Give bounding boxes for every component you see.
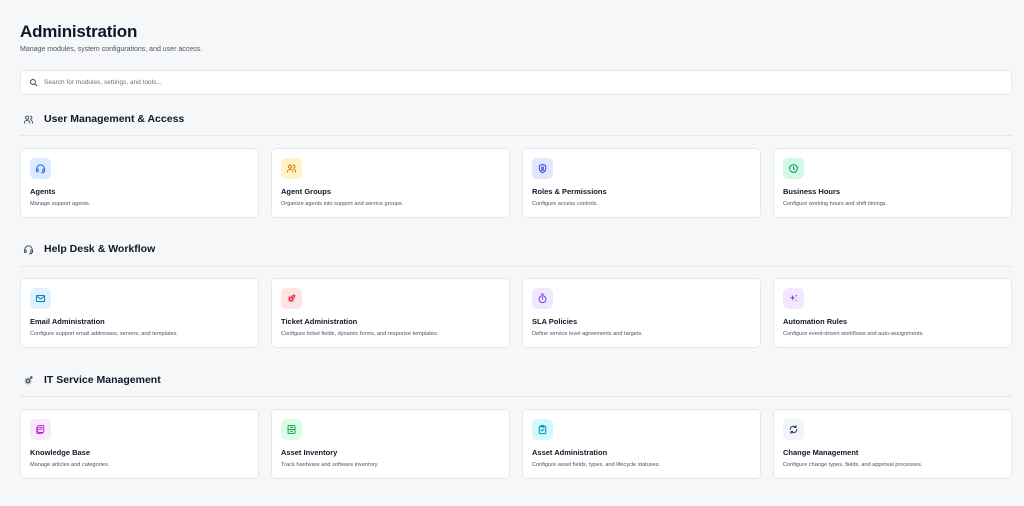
section-divider bbox=[20, 396, 1012, 397]
page-subtitle: Manage modules, system configurations, a… bbox=[20, 46, 203, 53]
card-ticket-administration[interactable]: Ticket Administration Configure ticket f… bbox=[271, 278, 510, 348]
search-icon bbox=[30, 79, 38, 87]
user-group-icon bbox=[281, 158, 302, 179]
search-bar[interactable] bbox=[20, 70, 1012, 95]
card-title: Asset Administration bbox=[532, 448, 608, 457]
card-description: Configure ticket fields, dynamic forms, … bbox=[281, 331, 439, 337]
card-grid-help-desk: Email Administration Configure support e… bbox=[20, 278, 1012, 348]
timer-icon bbox=[532, 288, 553, 309]
card-description: Configure support email addresses, serve… bbox=[30, 331, 178, 337]
card-title: Asset Inventory bbox=[281, 448, 338, 457]
section-divider bbox=[20, 266, 1012, 267]
card-title: Business Hours bbox=[783, 187, 841, 196]
inventory-icon bbox=[281, 419, 302, 440]
card-title: Ticket Administration bbox=[281, 317, 358, 326]
section-title: IT Service Management bbox=[44, 374, 161, 386]
card-grid-user-management: Agents Manage support agents. Agent Grou… bbox=[20, 148, 1012, 218]
book-icon bbox=[30, 419, 51, 440]
card-title: Agent Groups bbox=[281, 187, 331, 196]
card-roles-permissions[interactable]: Roles & Permissions Configure access con… bbox=[522, 148, 761, 218]
section-divider bbox=[20, 135, 1012, 136]
card-business-hours[interactable]: Business Hours Configure working hours a… bbox=[773, 148, 1012, 218]
card-title: Agents bbox=[30, 187, 56, 196]
clipboard-icon bbox=[532, 419, 553, 440]
section-user-management: User Management & Access bbox=[20, 110, 1012, 128]
card-description: Manage articles and categories. bbox=[30, 462, 110, 468]
sparkles-icon bbox=[783, 288, 804, 309]
card-email-administration[interactable]: Email Administration Configure support e… bbox=[20, 278, 259, 348]
card-agents[interactable]: Agents Manage support agents. bbox=[20, 148, 259, 218]
card-description: Configure asset fields, types, and lifec… bbox=[532, 462, 661, 468]
card-knowledge-base[interactable]: Knowledge Base Manage articles and categ… bbox=[20, 409, 259, 479]
section-title: User Management & Access bbox=[44, 113, 185, 125]
card-title: Knowledge Base bbox=[30, 448, 91, 457]
card-asset-inventory[interactable]: Asset Inventory Track hardware and softw… bbox=[271, 409, 510, 479]
refresh-icon bbox=[783, 419, 804, 440]
card-sla-policies[interactable]: SLA Policies Define service level agreem… bbox=[522, 278, 761, 348]
shield-user-icon bbox=[532, 158, 553, 179]
card-change-management[interactable]: Change Management Configure change types… bbox=[773, 409, 1012, 479]
card-title: Roles & Permissions bbox=[532, 187, 607, 196]
clock-icon bbox=[783, 158, 804, 179]
section-it-service-management: IT Service Management bbox=[20, 371, 1012, 389]
card-description: Configure change types, fields, and appr… bbox=[783, 462, 923, 468]
card-title: SLA Policies bbox=[532, 317, 578, 326]
card-description: Configure event-driven workflows and aut… bbox=[783, 331, 924, 337]
headset-icon bbox=[22, 243, 34, 255]
card-agent-groups[interactable]: Agent Groups Organize agents into suppor… bbox=[271, 148, 510, 218]
card-description: Configure access controls. bbox=[532, 201, 598, 207]
card-description: Define service level agreements and targ… bbox=[532, 331, 643, 337]
ticket-gear-icon bbox=[281, 288, 302, 309]
page-title: Administration bbox=[20, 22, 138, 41]
card-automation-rules[interactable]: Automation Rules Configure event-driven … bbox=[773, 278, 1012, 348]
section-help-desk: Help Desk & Workflow bbox=[20, 240, 1012, 258]
card-title: Automation Rules bbox=[783, 317, 848, 326]
card-description: Configure working hours and shift timing… bbox=[783, 201, 888, 207]
cog-icon bbox=[22, 374, 34, 386]
card-asset-administration[interactable]: Asset Administration Configure asset fie… bbox=[522, 409, 761, 479]
search-input[interactable] bbox=[44, 79, 944, 86]
card-description: Manage support agents. bbox=[30, 201, 91, 207]
card-description: Track hardware and software inventory. bbox=[281, 462, 379, 468]
card-title: Change Management bbox=[783, 448, 859, 457]
section-title: Help Desk & Workflow bbox=[44, 243, 156, 255]
users-icon bbox=[22, 113, 34, 125]
card-title: Email Administration bbox=[30, 317, 105, 326]
headset-icon bbox=[30, 158, 51, 179]
card-description: Organize agents into support and service… bbox=[281, 201, 404, 207]
card-grid-it-service-management: Knowledge Base Manage articles and categ… bbox=[20, 409, 1012, 479]
mail-icon bbox=[30, 288, 51, 309]
